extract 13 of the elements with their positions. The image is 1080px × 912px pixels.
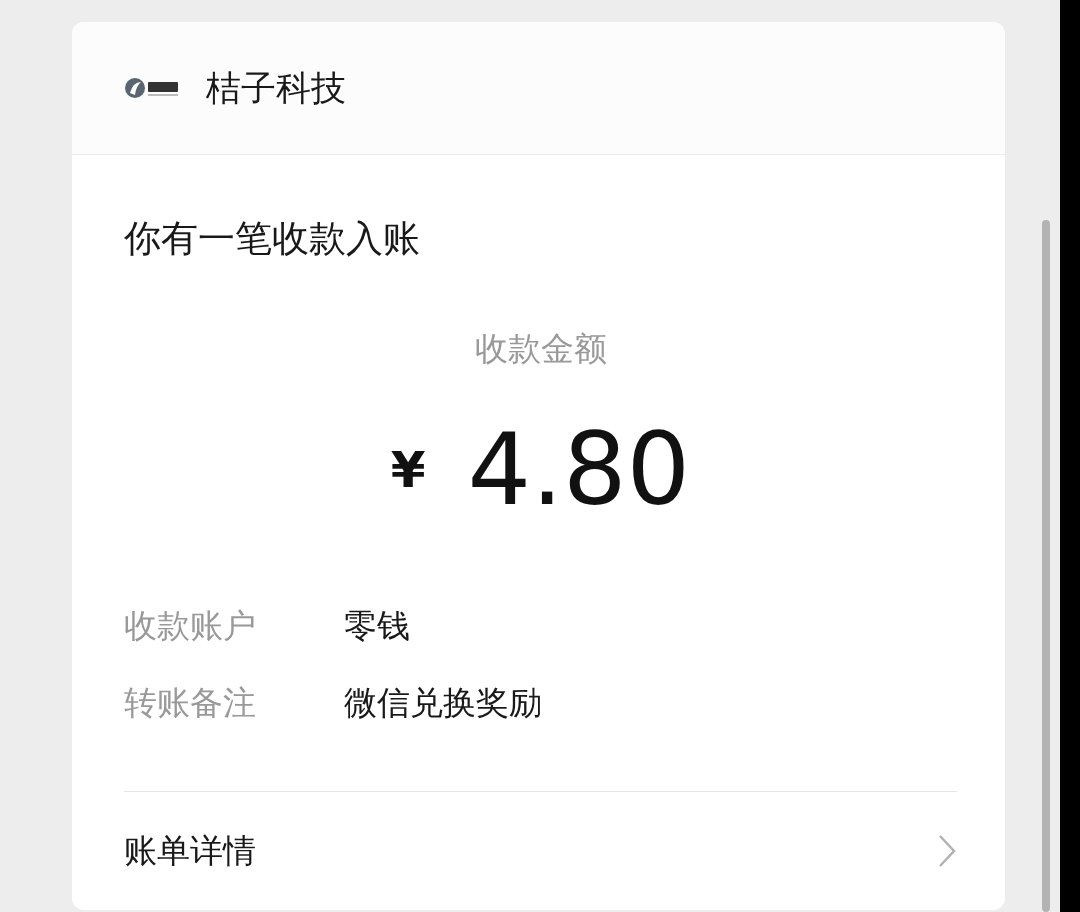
scrollbar[interactable]	[1042, 220, 1050, 912]
logo-icon	[124, 77, 180, 100]
detail-label: 收款账户	[124, 604, 257, 647]
notice-title: 你有一笔收款入账	[124, 217, 421, 262]
bill-details-link[interactable]: 账单详情	[124, 792, 957, 910]
chevron-right-icon	[937, 834, 957, 868]
detail-value: 微信兑换奖励	[344, 681, 542, 724]
detail-value: 零钱	[344, 604, 410, 647]
currency-symbol: ¥	[390, 439, 426, 501]
amount-value: 4.80	[467, 410, 691, 530]
amount-label: 收款金额	[473, 327, 608, 370]
company-name: 桔子科技	[206, 66, 346, 110]
detail-label: 转账备注	[124, 681, 257, 724]
